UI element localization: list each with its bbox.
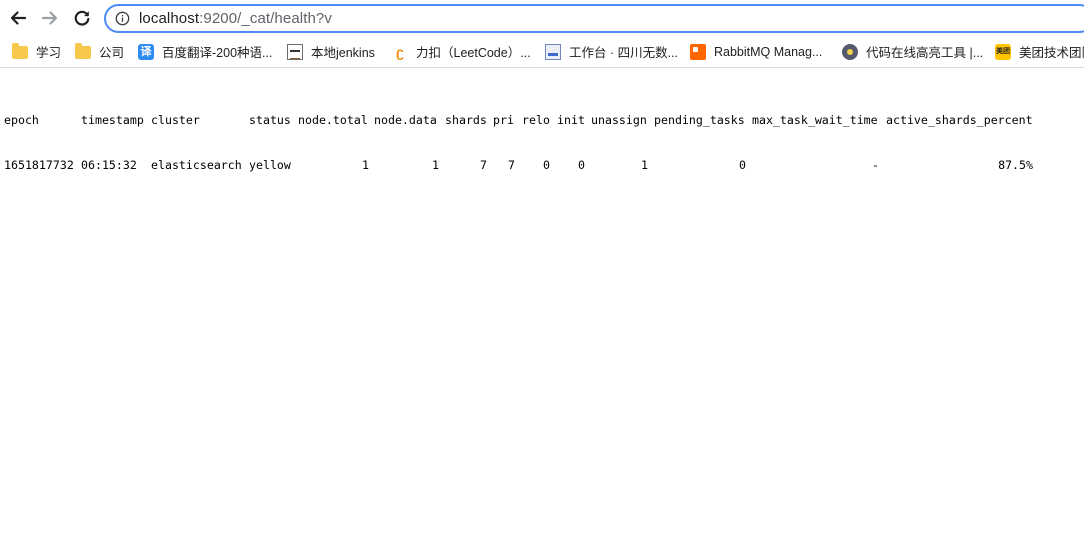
header-max-task-wait-time: max_task_wait_time bbox=[752, 113, 878, 127]
bookmark-jenkins[interactable]: 本地jenkins bbox=[287, 37, 375, 66]
bookmark-label: 公司 bbox=[99, 46, 125, 60]
cell-unassign: 1 bbox=[641, 158, 648, 172]
cat-health-output: epoch timestamp cluster status node.tota… bbox=[4, 83, 1033, 188]
header-relo: relo bbox=[522, 113, 550, 127]
bookmark-label: 力扣（LeetCode）... bbox=[416, 46, 531, 60]
cell-shards: 7 bbox=[480, 158, 487, 172]
cell-init: 0 bbox=[578, 158, 585, 172]
rabbitmq-icon bbox=[690, 43, 706, 60]
code-icon bbox=[842, 43, 858, 60]
bookmarks-bar: 学习 公司 译 百度翻译-200种语... 本地jenkins ʗ 力扣（Lee… bbox=[0, 37, 1084, 68]
cell-epoch: 1651817732 bbox=[4, 158, 74, 172]
bookmark-label: 美团技术团队 bbox=[1019, 46, 1084, 60]
cell-node-total: 1 bbox=[362, 158, 369, 172]
url-path: :9200/_cat/health?v bbox=[199, 10, 332, 27]
header-pri: pri bbox=[493, 113, 514, 127]
folder-icon bbox=[75, 43, 91, 59]
cell-node-data: 1 bbox=[432, 158, 439, 172]
header-node-total: node.total bbox=[298, 113, 368, 127]
bookmark-rabbitmq[interactable]: RabbitMQ Manag... bbox=[690, 37, 822, 66]
cell-pending-tasks: 0 bbox=[739, 158, 746, 172]
back-button[interactable] bbox=[6, 6, 30, 30]
address-bar[interactable]: localhost:9200/_cat/health?v bbox=[104, 4, 1084, 33]
cell-relo: 0 bbox=[543, 158, 550, 172]
bookmark-label: RabbitMQ Manag... bbox=[714, 44, 823, 59]
header-shards: shards bbox=[445, 113, 487, 127]
cell-active-shards-percent: 87.5% bbox=[998, 158, 1033, 172]
cell-max-task-wait-time: - bbox=[872, 158, 879, 172]
info-icon[interactable] bbox=[115, 11, 130, 26]
browser-toolbar: localhost:9200/_cat/health?v bbox=[0, 0, 1084, 37]
header-epoch: epoch bbox=[4, 113, 39, 127]
header-row: epoch timestamp cluster status node.tota… bbox=[4, 113, 1033, 128]
bookmark-label: 学习 bbox=[36, 46, 62, 60]
translate-icon: 译 bbox=[138, 43, 154, 60]
header-timestamp: timestamp bbox=[81, 113, 144, 127]
bookmark-leetcode[interactable]: ʗ 力扣（LeetCode）... bbox=[392, 37, 531, 66]
header-unassign: unassign bbox=[591, 113, 647, 127]
header-init: init bbox=[557, 113, 585, 127]
cell-status: yellow bbox=[249, 158, 291, 172]
arrow-right-icon bbox=[41, 11, 58, 25]
table-row: 1651817732 06:15:32 elasticsearch yellow… bbox=[4, 158, 1033, 173]
url-text[interactable]: localhost:9200/_cat/health?v bbox=[139, 10, 332, 27]
header-active-shards-percent: active_shards_percent bbox=[886, 113, 1033, 127]
jenkins-icon bbox=[287, 43, 303, 60]
header-cluster: cluster bbox=[151, 113, 200, 127]
bookmark-meituan-tech[interactable]: 美团 美团技术团队 bbox=[995, 37, 1084, 66]
cell-pri: 7 bbox=[508, 158, 515, 172]
cell-cluster: elasticsearch bbox=[151, 158, 242, 172]
leetcode-icon: ʗ bbox=[396, 43, 404, 60]
bookmark-label: 本地jenkins bbox=[311, 46, 375, 60]
bookmark-folder-study[interactable]: 学习 bbox=[12, 37, 61, 66]
workbench-icon bbox=[545, 43, 561, 60]
bookmark-workbench[interactable]: 工作台 · 四川无数... bbox=[545, 37, 678, 66]
meituan-icon: 美团 bbox=[995, 43, 1011, 60]
folder-icon bbox=[12, 43, 28, 59]
header-node-data: node.data bbox=[374, 113, 437, 127]
arrow-left-icon bbox=[10, 11, 27, 25]
bookmark-folder-company[interactable]: 公司 bbox=[75, 37, 124, 66]
header-pending-tasks: pending_tasks bbox=[654, 113, 745, 127]
header-status: status bbox=[249, 113, 291, 127]
reload-icon bbox=[74, 10, 90, 26]
bookmark-label: 工作台 · 四川无数... bbox=[569, 46, 679, 60]
bookmark-baidu-translate[interactable]: 译 百度翻译-200种语... bbox=[138, 37, 272, 66]
reload-button[interactable] bbox=[70, 6, 94, 30]
cell-timestamp: 06:15:32 bbox=[81, 158, 137, 172]
forward-button[interactable] bbox=[38, 6, 62, 30]
bookmark-label: 代码在线高亮工具 |... bbox=[866, 46, 984, 60]
url-host: localhost bbox=[139, 10, 200, 27]
bookmark-label: 百度翻译-200种语... bbox=[162, 46, 273, 60]
bookmark-code-highlight[interactable]: 代码在线高亮工具 |... bbox=[842, 37, 983, 66]
